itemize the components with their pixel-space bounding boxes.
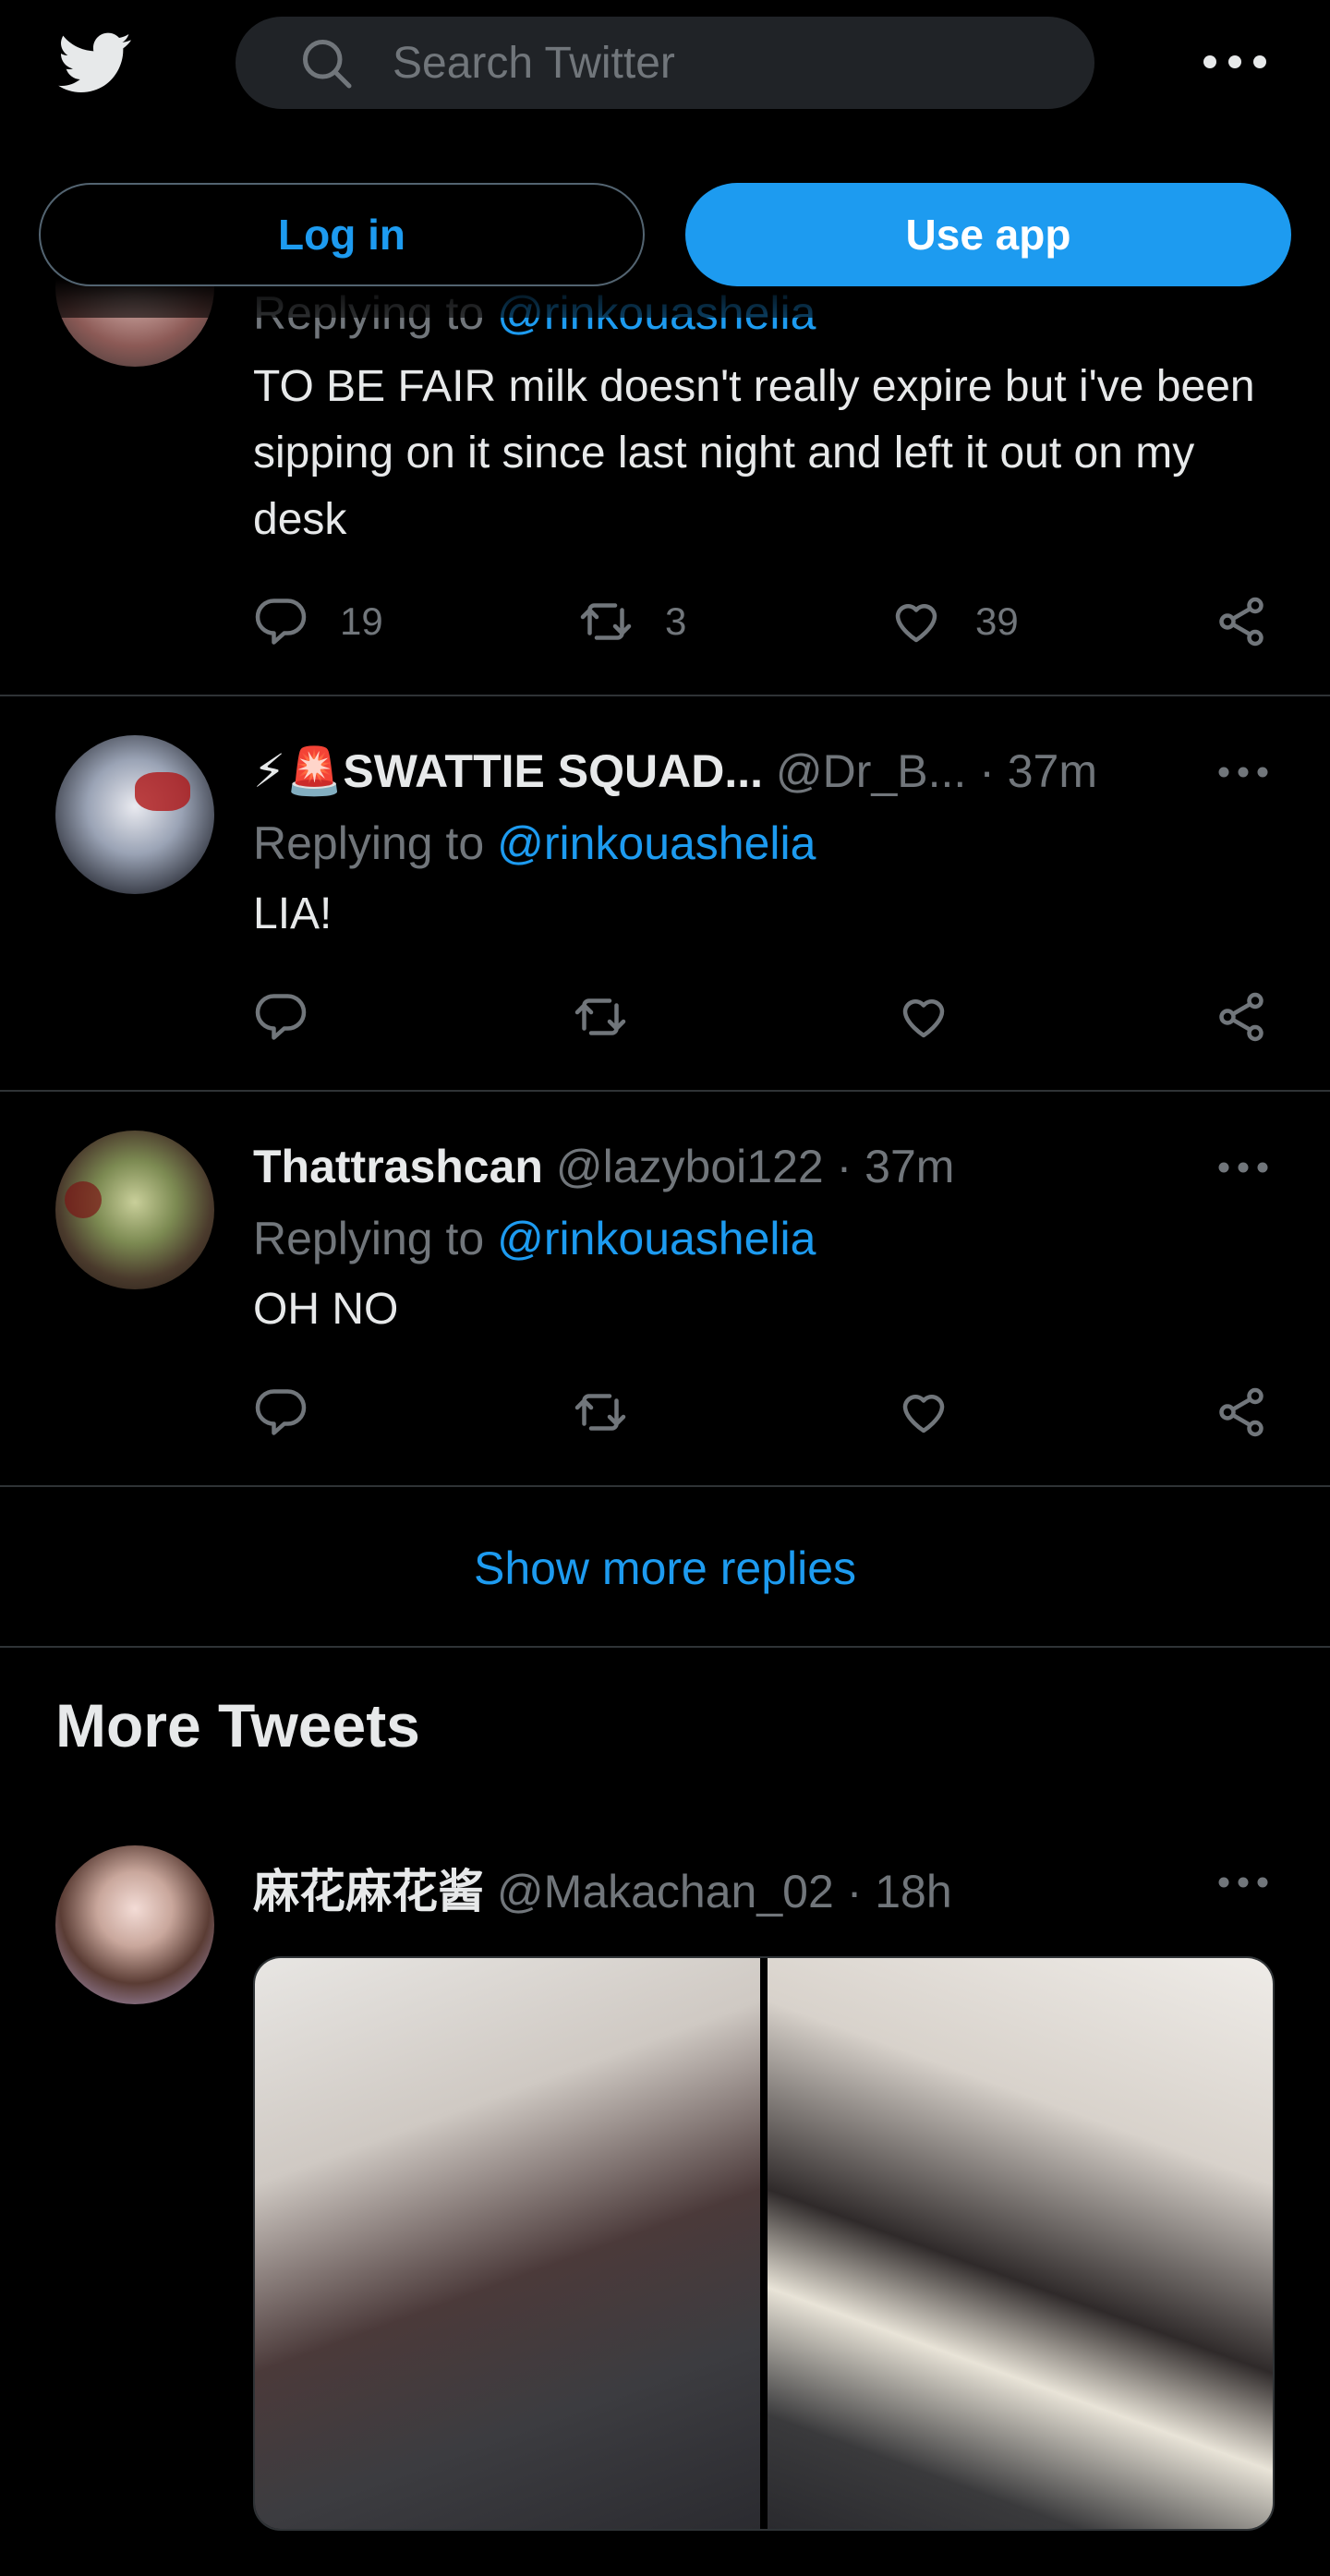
more-horizontal-icon[interactable]	[1217, 765, 1269, 780]
like-action[interactable]: 39	[889, 589, 1019, 654]
heart-icon	[902, 999, 945, 1038]
like-count: 39	[975, 599, 1019, 643]
avatar[interactable]	[55, 1845, 214, 2004]
tweet-header: 麻花麻花酱 @Makachan_02 · 18h	[253, 1855, 952, 1917]
reply-icon	[255, 599, 307, 645]
tweet-time: · 37m	[979, 745, 1097, 797]
tweet-actions	[253, 1380, 1278, 1445]
display-name[interactable]: Thattrashcan	[253, 1141, 543, 1192]
retweet-action[interactable]: 3	[578, 589, 686, 654]
tweet-photo[interactable]	[255, 1958, 760, 2529]
like-action[interactable]	[896, 1380, 951, 1445]
reply-icon	[255, 994, 307, 1040]
display-name[interactable]: 麻花麻花酱	[253, 1866, 484, 1917]
reply-tweet[interactable]: ⚡🚨SWATTIE SQUAD... @Dr_B... · 37m Replyi…	[0, 696, 1330, 1090]
retweet-icon	[574, 998, 626, 1035]
share-action[interactable]	[1214, 985, 1269, 1049]
use-app-button[interactable]: Use app	[685, 183, 1291, 286]
reply-count: 19	[340, 599, 383, 643]
more-tweets-heading: More Tweets	[55, 1691, 420, 1760]
like-action[interactable]	[896, 985, 951, 1049]
tweet-header: ⚡🚨SWATTIE SQUAD... @Dr_B... · 37m	[253, 744, 1097, 800]
avatar[interactable]	[55, 735, 214, 894]
user-handle[interactable]: @Makachan_02	[497, 1866, 834, 1917]
retweet-action[interactable]	[573, 1380, 628, 1445]
display-name[interactable]: ⚡🚨SWATTIE SQUAD...	[253, 745, 763, 797]
search-input[interactable]	[391, 36, 1041, 90]
user-handle[interactable]: @lazyboi122	[556, 1141, 824, 1192]
tweet-time: · 37m	[836, 1141, 955, 1192]
share-action[interactable]	[1214, 589, 1269, 654]
twitter-bird-icon[interactable]	[54, 26, 137, 100]
tweet-actions	[253, 985, 1278, 1049]
replying-to: Replying to @rinkouashelia	[253, 816, 816, 870]
retweet-count: 3	[665, 599, 687, 643]
avatar[interactable]	[55, 1131, 214, 1289]
share-icon	[1219, 1387, 1264, 1437]
show-more-replies-button[interactable]: Show more replies	[0, 1487, 1330, 1650]
tweet-actions: 19 3 39	[253, 589, 1278, 654]
auth-bar: Log in Use app	[0, 124, 1330, 318]
more-horizontal-icon[interactable]	[1201, 51, 1269, 73]
tweet-text: OH NO	[253, 1285, 399, 1334]
heart-icon	[902, 1395, 945, 1433]
top-bar	[0, 0, 1330, 124]
tweet-photo[interactable]	[768, 1958, 1273, 2529]
heart-icon	[895, 604, 937, 643]
tweet-header: Thattrashcan @lazyboi122 · 37m	[253, 1140, 954, 1195]
replying-to-label: Replying to	[253, 817, 485, 869]
share-action[interactable]	[1214, 1380, 1269, 1445]
reply-action[interactable]	[253, 985, 308, 1049]
mention-link[interactable]: @rinkouashelia	[497, 817, 816, 869]
tweet-text: TO BE FAIR milk doesn't really expire bu…	[253, 362, 1255, 544]
login-button[interactable]: Log in	[39, 183, 645, 286]
search-bar[interactable]	[236, 17, 1094, 109]
more-horizontal-icon[interactable]	[1217, 1875, 1269, 1890]
mention-link[interactable]: @rinkouashelia	[497, 1213, 816, 1264]
reply-action[interactable]: 19	[253, 589, 383, 654]
search-icon	[303, 40, 352, 89]
reply-icon	[255, 1389, 307, 1435]
share-icon	[1219, 597, 1264, 647]
divider	[0, 1646, 1330, 1648]
replying-to: Replying to @rinkouashelia	[253, 1212, 816, 1265]
reply-tweet[interactable]: Thattrashcan @lazyboi122 · 37m Replying …	[0, 1092, 1330, 1485]
retweet-icon	[574, 1394, 626, 1431]
retweet-action[interactable]	[573, 985, 628, 1049]
tweet-text: LIA!	[253, 889, 332, 938]
tweet-media[interactable]	[253, 1956, 1275, 2531]
replying-to-label: Replying to	[253, 1213, 485, 1264]
more-horizontal-icon[interactable]	[1217, 1160, 1269, 1175]
user-handle[interactable]: @Dr_B...	[776, 745, 966, 797]
retweet-icon	[580, 603, 632, 640]
reply-action[interactable]	[253, 1380, 308, 1445]
tweet-time: · 18h	[846, 1866, 952, 1917]
share-icon	[1219, 992, 1264, 1042]
